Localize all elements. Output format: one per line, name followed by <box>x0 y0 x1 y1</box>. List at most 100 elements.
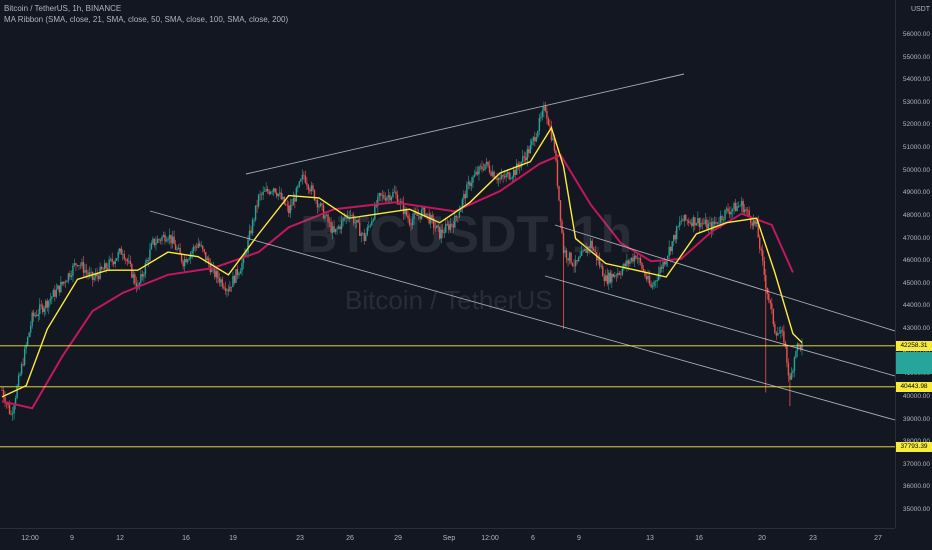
candle-body <box>365 234 367 241</box>
candle-body <box>487 161 489 167</box>
candle-body <box>383 194 385 199</box>
candle-body <box>537 130 539 138</box>
candle-body <box>37 314 39 316</box>
candle-body <box>522 156 524 162</box>
candle-body <box>638 257 640 259</box>
indicator-legend[interactable]: MA Ribbon (SMA, close, 21, SMA, close, 5… <box>4 15 288 24</box>
candle-body <box>692 217 695 227</box>
time-tick-label: 27 <box>874 535 882 542</box>
candle-body <box>306 182 308 186</box>
candle-body <box>783 331 785 343</box>
candle-body <box>769 300 772 304</box>
candle-body <box>500 175 503 179</box>
candle-body <box>458 211 461 218</box>
candle-body <box>295 187 298 202</box>
candle-body <box>319 203 322 207</box>
candle-body <box>567 258 569 261</box>
candle-body <box>28 332 30 338</box>
candle-body <box>26 337 29 345</box>
candle-body <box>292 198 295 206</box>
candle-body <box>348 215 350 217</box>
candle-body <box>174 244 177 250</box>
price-tick-label: 47000.00 <box>902 234 930 242</box>
candle-body <box>790 372 793 380</box>
symbol-legend[interactable]: Bitcoin / TetherUS, 1h, BINANCE <box>4 4 121 13</box>
candle-body <box>743 209 746 213</box>
candle-body <box>374 204 376 220</box>
candle-body <box>730 211 732 215</box>
candle-body <box>76 265 79 266</box>
candle-body <box>369 225 372 226</box>
candle-body <box>434 227 436 229</box>
candle-body <box>179 247 181 254</box>
candle-body <box>395 191 397 195</box>
candle-body <box>183 259 186 267</box>
candle-body <box>205 251 207 261</box>
candle-body <box>10 413 12 415</box>
candle-body <box>583 248 586 251</box>
candle-body <box>60 281 62 293</box>
candle-body <box>777 333 779 336</box>
candle-body <box>446 223 448 225</box>
candle-body <box>423 207 426 217</box>
candle-body <box>573 265 575 267</box>
candle-body <box>260 194 263 196</box>
candle-body <box>672 235 675 242</box>
candle-body <box>103 263 106 270</box>
candle-body <box>362 232 364 234</box>
candle-body <box>731 208 734 212</box>
candle-body <box>727 208 729 212</box>
candle-body <box>479 166 482 167</box>
candle-body <box>125 259 127 260</box>
candle-body <box>650 283 652 288</box>
candle-body <box>324 215 326 219</box>
candle-body <box>215 271 218 278</box>
candle-body <box>289 204 292 214</box>
candle-body <box>565 250 568 259</box>
candle-body <box>63 281 65 284</box>
candle-body <box>357 220 359 223</box>
candle-body <box>134 274 136 284</box>
candle-body <box>150 243 153 250</box>
candle-body <box>508 172 510 180</box>
time-scale[interactable]: 12:00 9 12 16 19 23 26 29 Sep 12:00 6 9 13 16 20 23 27 <box>0 528 895 550</box>
candle-body <box>232 276 234 288</box>
candle-body <box>663 261 666 265</box>
candle-body <box>662 261 664 269</box>
time-tick-label: 13 <box>646 535 654 542</box>
candle-body <box>436 225 438 229</box>
candle-body <box>70 275 73 277</box>
trend-line <box>149 210 895 421</box>
candle-body <box>117 251 119 259</box>
candle-body <box>263 191 266 192</box>
candle-body <box>112 261 115 265</box>
candle-body <box>236 269 239 276</box>
candle-body <box>81 262 83 266</box>
candle-body <box>470 182 473 187</box>
chart-area[interactable]: BTCUSDT, 1h Bitcoin / TetherUS Bitcoin /… <box>0 0 895 528</box>
candle-body <box>368 225 370 228</box>
candle-body <box>746 210 749 211</box>
candle-body <box>618 272 621 275</box>
candle-body <box>265 188 267 192</box>
candle-body <box>280 192 282 199</box>
candle-body <box>221 279 224 287</box>
candle-body <box>276 192 278 197</box>
candle-body <box>66 281 68 283</box>
price-chart[interactable] <box>0 0 895 528</box>
candle-body <box>351 215 353 216</box>
currency-label[interactable]: USDT <box>911 6 930 13</box>
candle-body <box>493 171 495 178</box>
candle-body <box>239 271 242 274</box>
candle-body <box>199 243 201 247</box>
candle-body <box>318 206 320 208</box>
candle-body <box>694 217 696 226</box>
candle-body <box>309 189 311 192</box>
candle-body <box>523 156 525 158</box>
candle-body <box>630 257 633 261</box>
candle-body <box>752 220 755 226</box>
candle-body <box>602 266 604 277</box>
candle-body <box>226 289 228 291</box>
candle-body <box>653 281 655 286</box>
candle-body <box>408 218 411 225</box>
